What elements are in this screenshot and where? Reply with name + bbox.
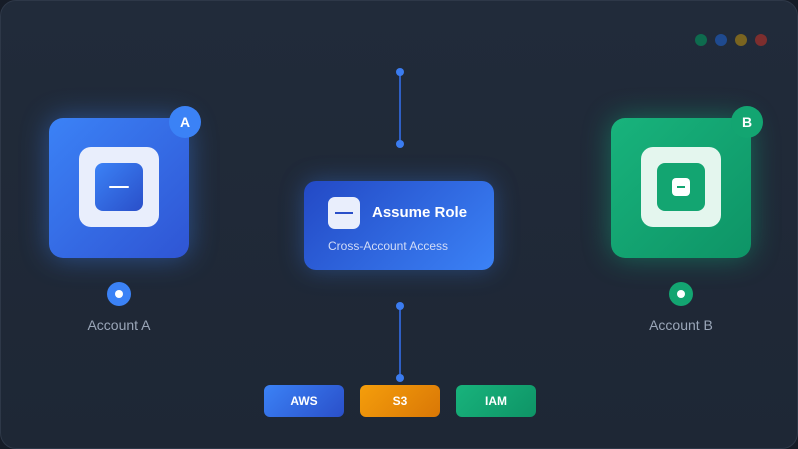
account-a-icon-frame — [79, 147, 159, 227]
bottom-connector-line — [399, 306, 401, 378]
account-a-connector-node — [107, 282, 131, 306]
window-dot-blue[interactable] — [715, 34, 727, 46]
window-dots — [695, 34, 767, 46]
window-dot-red[interactable] — [755, 34, 767, 46]
window-dot-yellow[interactable] — [735, 34, 747, 46]
account-a-label: Account A — [87, 317, 151, 333]
account-b-card[interactable] — [611, 118, 751, 258]
assume-role-card[interactable]: Assume Role Cross-Account Access — [304, 181, 494, 270]
account-b-minus-square-icon — [657, 163, 705, 211]
role-subtitle: Cross-Account Access — [328, 239, 449, 253]
bottom-connector-node-start — [396, 302, 404, 310]
diagram-canvas: A Account A B Account B Assume Role Cros… — [0, 0, 798, 449]
bottom-connector-node-end — [396, 374, 404, 382]
account-b-badge: B — [731, 106, 763, 138]
account-b-label: Account B — [649, 317, 713, 333]
tag-iam[interactable]: IAM — [456, 385, 536, 417]
account-a-badge: A — [169, 106, 201, 138]
top-connector-node-start — [396, 68, 404, 76]
account-a-card[interactable] — [49, 118, 189, 258]
window-dot-green[interactable] — [695, 34, 707, 46]
account-b-icon-frame — [641, 147, 721, 227]
role-minus-icon — [328, 197, 360, 229]
account-a-minus-icon — [95, 163, 143, 211]
top-connector-node-end — [396, 140, 404, 148]
role-title: Assume Role — [372, 204, 468, 221]
tag-s3[interactable]: S3 — [360, 385, 440, 417]
top-connector-line — [399, 73, 401, 145]
account-b-connector-node — [669, 282, 693, 306]
tag-aws[interactable]: AWS — [264, 385, 344, 417]
